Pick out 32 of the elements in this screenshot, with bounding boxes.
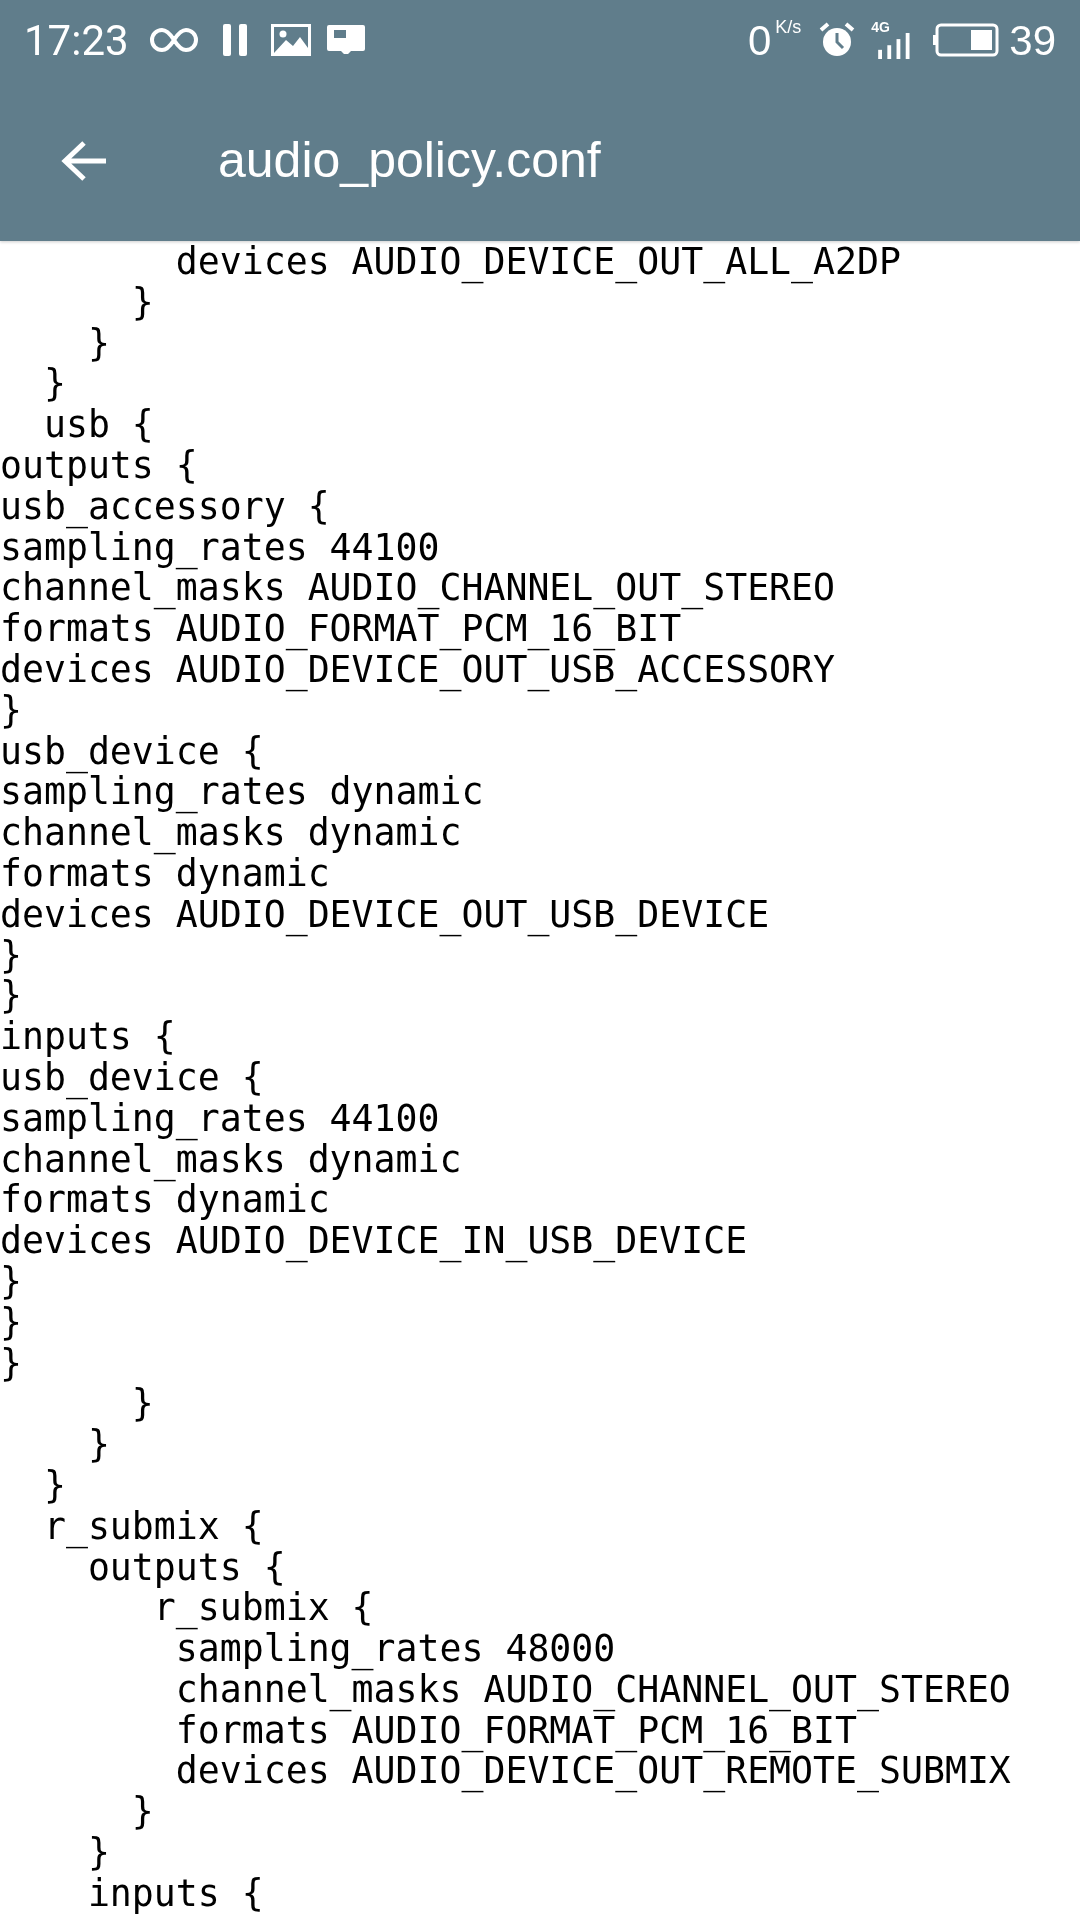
infinity-icon [148,27,199,53]
network-type: 4G [871,18,890,37]
code-line: outputs { [0,444,198,487]
code-line: usb_device { [0,729,264,773]
code-line: } [0,688,22,732]
code-line: } [0,1341,22,1385]
image-icon [270,24,311,56]
pause-icon [222,24,249,56]
code-line: } [130,280,154,324]
code-line: } [0,1300,22,1344]
code-line: } [42,1463,66,1507]
code-line: } [0,933,22,977]
file-title: audio_policy.conf [218,131,601,190]
code-line: outputs { [87,1545,286,1589]
code-line: } [86,1423,110,1467]
clock: 17:23 [24,14,129,67]
code-line: inputs { [0,1015,176,1059]
code-line: devices AUDIO_DEVICE_OUT_ALL_A2DP [174,240,901,283]
alarm-clock-icon [819,22,856,58]
code-line: } [0,974,22,1018]
code-line: } [42,362,66,406]
back-arrow-icon [60,139,108,182]
sd-card-icon [326,25,365,55]
code-line: usb { [42,403,154,447]
code-line: r_submix { [42,1504,264,1548]
code-line: } [130,1382,154,1426]
battery-level: 39 [1009,15,1056,66]
code-line: } [130,1790,154,1834]
speed-unit: K/s [775,16,802,39]
code-line: } [86,321,110,365]
network-speed: 0 [747,15,772,66]
battery-icon [933,23,1000,57]
